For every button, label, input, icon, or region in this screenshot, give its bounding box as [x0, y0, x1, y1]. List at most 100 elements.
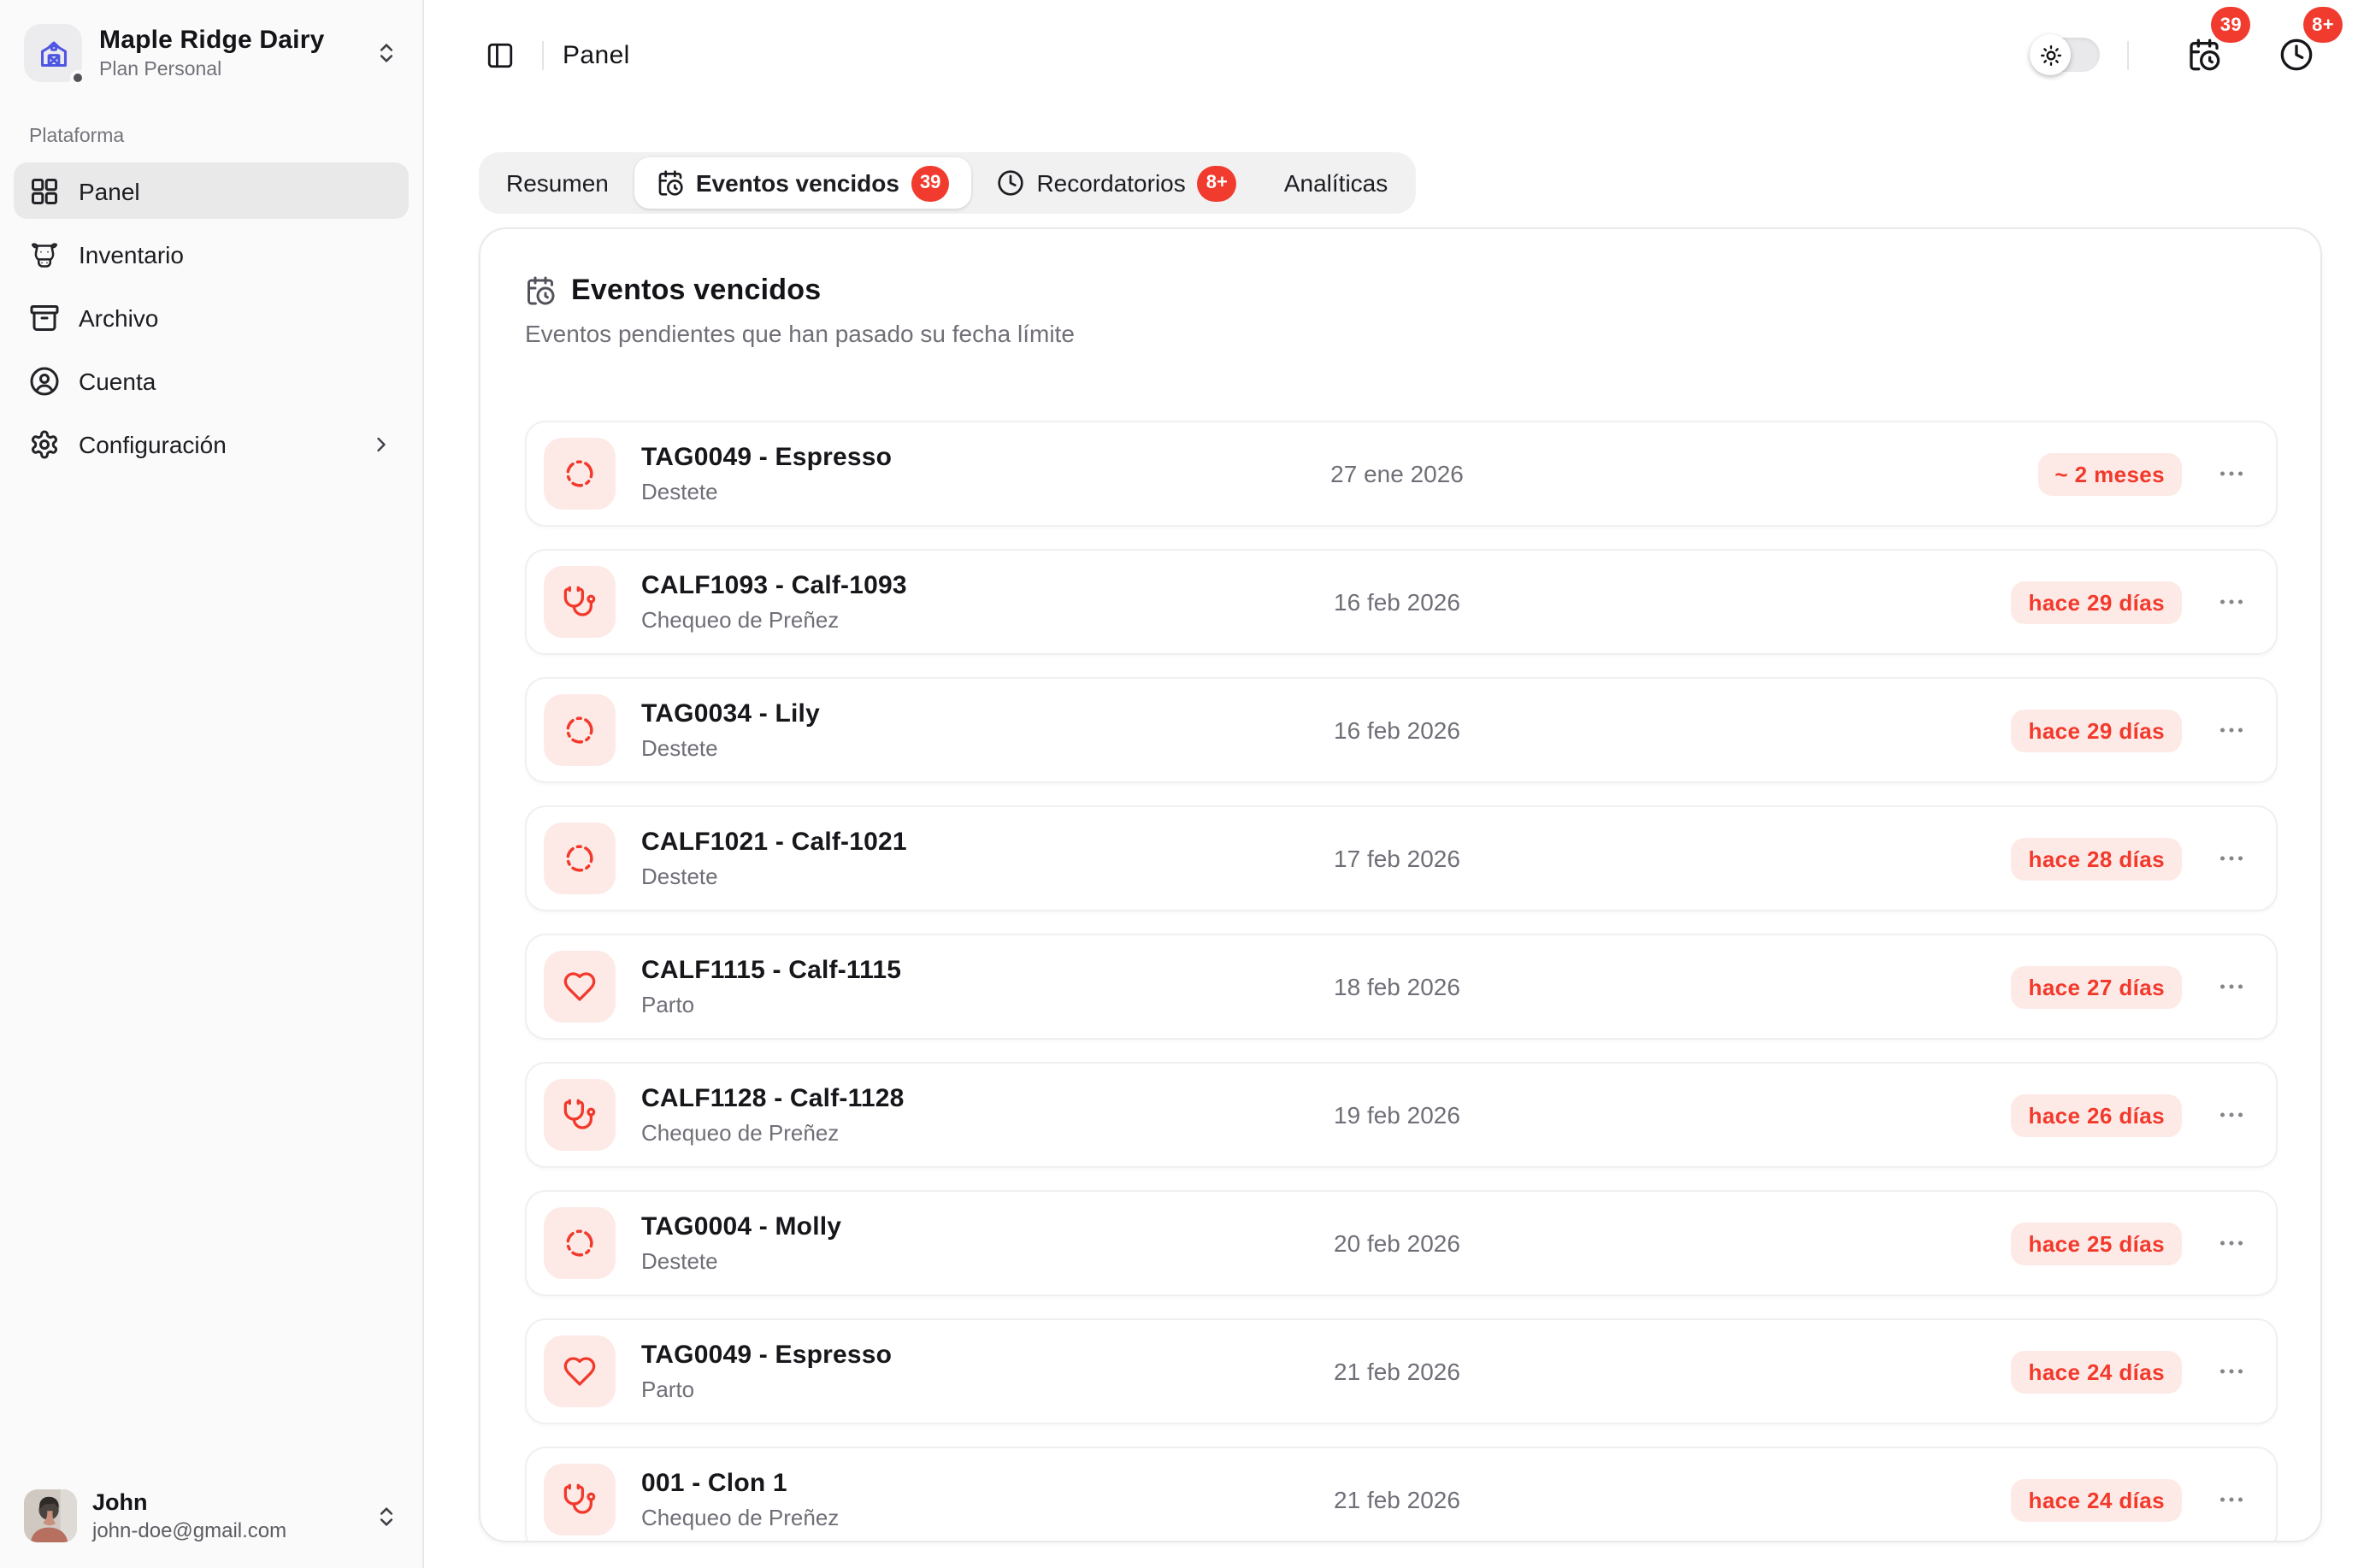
sidebar-item-label: Archivo	[79, 304, 158, 331]
tab-eventos-vencidos[interactable]: Eventos vencidos 39	[634, 157, 972, 209]
event-due-date: 17 feb 2026	[1334, 845, 1460, 872]
event-menu-button[interactable]	[2213, 1353, 2250, 1390]
event-due-date: 16 feb 2026	[1334, 588, 1460, 616]
tab-resumen[interactable]: Resumen	[484, 157, 631, 209]
event-row[interactable]: CALF1128 - Calf-1128 Chequeo de Preñez 1…	[525, 1062, 2278, 1168]
user-menu[interactable]: John john-doe@gmail.com	[14, 1481, 409, 1551]
event-due-date: 18 feb 2026	[1334, 973, 1460, 1000]
sidebar-item-panel[interactable]: Panel	[14, 162, 409, 219]
event-due-date: 21 feb 2026	[1334, 1486, 1460, 1513]
sidebar-item-configuracion[interactable]: Configuración	[14, 416, 409, 472]
theme-toggle[interactable]	[2035, 38, 2100, 72]
sidebar-item-label: Cuenta	[79, 367, 156, 394]
event-type-label: Destete	[641, 1248, 841, 1274]
overdue-events-card: Eventos vencidos Eventos pendientes que …	[479, 227, 2322, 1542]
overdue-badge: hace 26 días	[2012, 1093, 2182, 1136]
weaning-icon	[544, 438, 616, 510]
org-name: Maple Ridge Dairy	[99, 26, 324, 55]
overdue-badge: hace 29 días	[2012, 709, 2182, 752]
tab-count-badge: 8+	[1198, 165, 1236, 201]
event-row[interactable]: CALF1115 - Calf-1115 Parto 18 feb 2026 h…	[525, 934, 2278, 1040]
reminders-button[interactable]: 8+	[2273, 31, 2320, 79]
weaning-icon	[544, 1207, 616, 1279]
tab-label: Analíticas	[1284, 169, 1388, 197]
sidebar-nav: Panel Inventario Archivo Cuenta Configur…	[14, 162, 409, 472]
event-type-label: Chequeo de Preñez	[641, 1120, 905, 1146]
event-menu-button[interactable]	[2213, 583, 2250, 621]
archive-icon	[29, 302, 60, 333]
stethoscope-icon	[544, 1079, 616, 1151]
panel-left-icon	[485, 40, 514, 69]
sidebar: Maple Ridge Dairy Plan Personal Platafor…	[0, 0, 424, 1568]
overdue-events-button[interactable]: 39	[2180, 31, 2228, 79]
event-title: TAG0049 - Espresso	[641, 1341, 892, 1370]
ellipsis-icon	[2216, 1228, 2247, 1259]
event-type-label: Chequeo de Preñez	[641, 607, 907, 633]
overdue-badge: hace 27 días	[2012, 965, 2182, 1008]
event-row[interactable]: TAG0004 - Molly Destete 20 feb 2026 hace…	[525, 1190, 2278, 1296]
event-row[interactable]: 001 - Clon 1 Chequeo de Preñez 21 feb 20…	[525, 1447, 2278, 1542]
avatar	[24, 1489, 77, 1542]
heart-icon	[544, 951, 616, 1023]
event-due-date: 20 feb 2026	[1334, 1229, 1460, 1257]
event-title: 001 - Clon 1	[641, 1469, 839, 1498]
sidebar-item-cuenta[interactable]: Cuenta	[14, 352, 409, 409]
event-list: TAG0049 - Espresso Destete 27 ene 2026 ~…	[525, 421, 2278, 1542]
sidebar-item-inventario[interactable]: Inventario	[14, 226, 409, 282]
tab-recordatorios[interactable]: Recordatorios 8+	[975, 157, 1258, 209]
card-subtitle: Eventos pendientes que han pasado su fec…	[525, 320, 2278, 347]
ellipsis-icon	[2216, 1099, 2247, 1130]
event-menu-button[interactable]	[2213, 1224, 2250, 1262]
stethoscope-icon	[544, 1464, 616, 1536]
org-switcher[interactable]: Maple Ridge Dairy Plan Personal	[14, 21, 409, 85]
overdue-badge: hace 29 días	[2012, 581, 2182, 623]
clock-icon	[2279, 38, 2314, 72]
org-logo-barn-icon	[24, 24, 82, 82]
main-area: Panel 39 8+ Res	[424, 0, 2358, 1568]
event-row[interactable]: CALF1093 - Calf-1093 Chequeo de Preñez 1…	[525, 549, 2278, 655]
user-name: John	[92, 1489, 286, 1515]
ellipsis-icon	[2216, 843, 2247, 874]
event-menu-button[interactable]	[2213, 1481, 2250, 1518]
event-due-date: 16 feb 2026	[1334, 716, 1460, 744]
overdue-badge: hace 25 días	[2012, 1222, 2182, 1264]
event-row[interactable]: CALF1021 - Calf-1021 Destete 17 feb 2026…	[525, 805, 2278, 911]
cow-icon	[29, 239, 60, 269]
topbar-divider	[2127, 40, 2129, 69]
event-type-label: Destete	[641, 735, 820, 761]
topbar-divider	[542, 40, 544, 69]
event-menu-button[interactable]	[2213, 1096, 2250, 1134]
event-menu-button[interactable]	[2213, 711, 2250, 749]
event-menu-button[interactable]	[2213, 968, 2250, 1005]
sidebar-toggle-button[interactable]	[475, 31, 523, 79]
event-row[interactable]: TAG0049 - Espresso Parto 21 feb 2026 hac…	[525, 1318, 2278, 1424]
event-type-label: Chequeo de Preñez	[641, 1505, 839, 1530]
page-title: Panel	[563, 40, 630, 69]
event-title: TAG0049 - Espresso	[641, 443, 892, 472]
chevron-right-icon	[369, 432, 393, 456]
clock-icon	[997, 169, 1024, 197]
event-type-label: Parto	[641, 1376, 892, 1402]
org-status-dot	[70, 70, 85, 85]
gear-icon	[29, 428, 60, 459]
grid-icon	[29, 175, 60, 206]
heart-icon	[544, 1335, 616, 1407]
event-row[interactable]: TAG0034 - Lily Destete 16 feb 2026 hace …	[525, 677, 2278, 783]
ellipsis-icon	[2216, 971, 2247, 1002]
tab-label: Eventos vencidos	[696, 169, 899, 197]
sidebar-item-archivo[interactable]: Archivo	[14, 289, 409, 345]
ellipsis-icon	[2216, 1484, 2247, 1515]
sun-icon	[2039, 44, 2061, 66]
event-due-date: 21 feb 2026	[1334, 1358, 1460, 1385]
app-window: Maple Ridge Dairy Plan Personal Platafor…	[0, 0, 2358, 1568]
event-title: CALF1115 - Calf-1115	[641, 956, 901, 985]
overdue-count-badge: 39	[2212, 7, 2250, 43]
event-title: TAG0004 - Molly	[641, 1212, 841, 1241]
event-menu-button[interactable]	[2213, 840, 2250, 877]
tab-analiticas[interactable]: Analíticas	[1262, 157, 1410, 209]
event-row[interactable]: TAG0049 - Espresso Destete 27 ene 2026 ~…	[525, 421, 2278, 527]
event-menu-button[interactable]	[2213, 455, 2250, 492]
chevrons-up-down-icon	[374, 1504, 398, 1528]
weaning-icon	[544, 694, 616, 766]
reminders-count-badge: 8+	[2303, 7, 2343, 43]
